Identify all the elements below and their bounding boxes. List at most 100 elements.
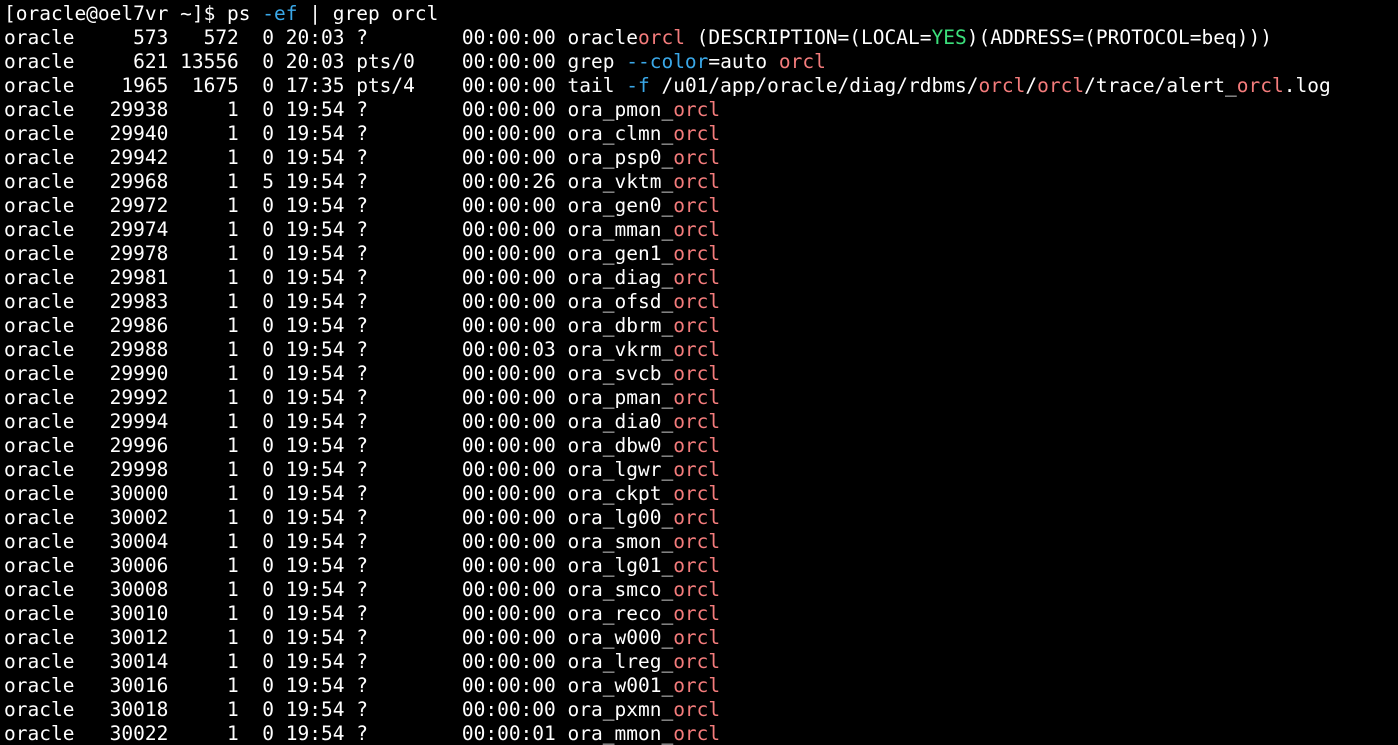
- match-highlight: orcl: [673, 194, 721, 217]
- process-row: oracle 29938 1 0 19:54 ? 00:00:00 ora_pm…: [4, 98, 1331, 122]
- process-row: oracle 29940 1 0 19:54 ? 00:00:00 ora_cl…: [4, 122, 1331, 146]
- process-row: oracle 29981 1 0 19:54 ? 00:00:00 ora_di…: [4, 266, 1331, 290]
- process-row: oracle 30000 1 0 19:54 ? 00:00:00 ora_ck…: [4, 482, 1331, 506]
- process-row: oracle 29978 1 0 19:54 ? 00:00:00 ora_ge…: [4, 242, 1331, 266]
- match-highlight: orcl: [673, 434, 721, 457]
- match-highlight: orcl: [673, 242, 721, 265]
- process-row: oracle 29998 1 0 19:54 ? 00:00:00 ora_lg…: [4, 458, 1331, 482]
- output-text: oracle 29986 1 0 19:54 ? 00:00:00 ora_db…: [4, 314, 674, 337]
- process-row: oracle 29988 1 0 19:54 ? 00:00:03 ora_vk…: [4, 338, 1331, 362]
- match-highlight: orcl: [673, 362, 721, 385]
- output-text: oracle 29994 1 0 19:54 ? 00:00:00 ora_di…: [4, 410, 674, 433]
- output-text: oracle 29992 1 0 19:54 ? 00:00:00 ora_pm…: [4, 386, 674, 409]
- output-text: oracle 573 572 0 20:03 ? 00:00:00 oracle: [4, 26, 638, 49]
- terminal-window[interactable]: [oracle@oel7vr ~]$ ps -ef | grep orcl ora…: [0, 0, 1398, 745]
- match-highlight: orcl: [673, 338, 721, 361]
- output-text: oracle 29940 1 0 19:54 ? 00:00:00 ora_cl…: [4, 122, 674, 145]
- output-text: oracle 30012 1 0 19:54 ? 00:00:00 ora_w0…: [4, 626, 674, 649]
- match-highlight: orcl: [673, 218, 721, 241]
- command-option: -f: [626, 74, 650, 97]
- output-text: oracle 30022 1 0 19:54 ? 00:00:01 ora_mm…: [4, 722, 674, 745]
- output-text: oracle 30000 1 0 19:54 ? 00:00:00 ora_ck…: [4, 482, 674, 505]
- output-text: oracle 30018 1 0 19:54 ? 00:00:00 ora_px…: [4, 698, 674, 721]
- match-highlight: orcl: [673, 602, 721, 625]
- output-text: =auto: [708, 50, 779, 73]
- output-text: oracle 30014 1 0 19:54 ? 00:00:00 ora_lr…: [4, 650, 674, 673]
- output-text: oracle 29996 1 0 19:54 ? 00:00:00 ora_db…: [4, 434, 674, 457]
- output-text: oracle 29998 1 0 19:54 ? 00:00:00 ora_lg…: [4, 458, 674, 481]
- output-text: oracle 29988 1 0 19:54 ? 00:00:03 ora_vk…: [4, 338, 674, 361]
- process-row: oracle 30008 1 0 19:54 ? 00:00:00 ora_sm…: [4, 578, 1331, 602]
- match-highlight: orcl: [673, 506, 721, 529]
- match-highlight: orcl: [673, 530, 721, 553]
- process-row: oracle 30014 1 0 19:54 ? 00:00:00 ora_lr…: [4, 650, 1331, 674]
- process-row: oracle 29942 1 0 19:54 ? 00:00:00 ora_ps…: [4, 146, 1331, 170]
- keyword-highlight: YES: [931, 26, 967, 49]
- process-row: oracle 29968 1 5 19:54 ? 00:00:26 ora_vk…: [4, 170, 1331, 194]
- match-highlight: orcl: [673, 122, 721, 145]
- terminal-output: [oracle@oel7vr ~]$ ps -ef | grep orcl ora…: [4, 2, 1331, 745]
- match-highlight: orcl: [673, 146, 721, 169]
- output-text: /trace/alert_: [1084, 74, 1237, 97]
- output-text: (DESCRIPTION=(LOCAL=: [684, 26, 932, 49]
- match-highlight: orcl: [673, 722, 721, 745]
- process-row: oracle 29974 1 0 19:54 ? 00:00:00 ora_mm…: [4, 218, 1331, 242]
- process-row: oracle 29986 1 0 19:54 ? 00:00:00 ora_db…: [4, 314, 1331, 338]
- output-text: oracle 29983 1 0 19:54 ? 00:00:00 ora_of…: [4, 290, 674, 313]
- process-row: oracle 30012 1 0 19:54 ? 00:00:00 ora_w0…: [4, 626, 1331, 650]
- process-row: oracle 573 572 0 20:03 ? 00:00:00 oracle…: [4, 26, 1331, 50]
- output-text: oracle 29990 1 0 19:54 ? 00:00:00 ora_sv…: [4, 362, 674, 385]
- output-text: )(ADDRESS=(PROTOCOL=beq))): [966, 26, 1272, 49]
- output-text: .log: [1283, 74, 1331, 97]
- output-text: oracle 30002 1 0 19:54 ? 00:00:00 ora_lg…: [4, 506, 674, 529]
- process-row: oracle 30018 1 0 19:54 ? 00:00:00 ora_px…: [4, 698, 1331, 722]
- output-text: /: [1025, 74, 1038, 97]
- match-highlight: orcl: [978, 74, 1026, 97]
- process-row: oracle 30010 1 0 19:54 ? 00:00:00 ora_re…: [4, 602, 1331, 626]
- output-text: oracle 30008 1 0 19:54 ? 00:00:00 ora_sm…: [4, 578, 674, 601]
- match-highlight: orcl: [1236, 74, 1284, 97]
- process-row: oracle 29992 1 0 19:54 ? 00:00:00 ora_pm…: [4, 386, 1331, 410]
- match-highlight: orcl: [1037, 74, 1085, 97]
- process-row: oracle 29994 1 0 19:54 ? 00:00:00 ora_di…: [4, 410, 1331, 434]
- process-row: oracle 30004 1 0 19:54 ? 00:00:00 ora_sm…: [4, 530, 1331, 554]
- output-text: | grep orcl: [297, 2, 439, 25]
- match-highlight: orcl: [673, 554, 721, 577]
- output-text: oracle 1965 1675 0 17:35 pts/4 00:00:00 …: [4, 74, 627, 97]
- output-text: oracle 29974 1 0 19:54 ? 00:00:00 ora_mm…: [4, 218, 674, 241]
- match-highlight: orcl: [673, 314, 721, 337]
- command-option: -ef: [262, 2, 298, 25]
- match-highlight: orcl: [673, 674, 721, 697]
- match-highlight: orcl: [673, 698, 721, 721]
- match-highlight: orcl: [673, 290, 721, 313]
- match-highlight: orcl: [673, 458, 721, 481]
- process-row: oracle 30016 1 0 19:54 ? 00:00:00 ora_w0…: [4, 674, 1331, 698]
- match-highlight: orcl: [673, 266, 721, 289]
- output-text: oracle 29981 1 0 19:54 ? 00:00:00 ora_di…: [4, 266, 674, 289]
- match-highlight: orcl: [673, 578, 721, 601]
- process-row: oracle 29996 1 0 19:54 ? 00:00:00 ora_db…: [4, 434, 1331, 458]
- output-text: oracle 30006 1 0 19:54 ? 00:00:00 ora_lg…: [4, 554, 674, 577]
- output-text: oracle 29942 1 0 19:54 ? 00:00:00 ora_ps…: [4, 146, 674, 169]
- process-row: oracle 29990 1 0 19:54 ? 00:00:00 ora_sv…: [4, 362, 1331, 386]
- match-highlight: orcl: [673, 482, 721, 505]
- output-text: oracle 29938 1 0 19:54 ? 00:00:00 ora_pm…: [4, 98, 674, 121]
- output-text: oracle 30004 1 0 19:54 ? 00:00:00 ora_sm…: [4, 530, 674, 553]
- match-highlight: orcl: [673, 650, 721, 673]
- process-row: oracle 621 13556 0 20:03 pts/0 00:00:00 …: [4, 50, 1331, 74]
- match-highlight: orcl: [637, 26, 685, 49]
- match-highlight: orcl: [673, 98, 721, 121]
- output-text: /u01/app/oracle/diag/rdbms/: [649, 74, 979, 97]
- output-text: oracle 621 13556 0 20:03 pts/0 00:00:00 …: [4, 50, 627, 73]
- process-row: oracle 30002 1 0 19:54 ? 00:00:00 ora_lg…: [4, 506, 1331, 530]
- match-highlight: orcl: [673, 410, 721, 433]
- output-text: [oracle@oel7vr ~]$ ps: [4, 2, 263, 25]
- output-text: oracle 29972 1 0 19:54 ? 00:00:00 ora_ge…: [4, 194, 674, 217]
- output-text: oracle 30010 1 0 19:54 ? 00:00:00 ora_re…: [4, 602, 674, 625]
- match-highlight: orcl: [673, 386, 721, 409]
- match-highlight: orcl: [673, 170, 721, 193]
- output-text: oracle 30016 1 0 19:54 ? 00:00:00 ora_w0…: [4, 674, 674, 697]
- command-option: --color: [626, 50, 709, 73]
- output-text: oracle 29978 1 0 19:54 ? 00:00:00 ora_ge…: [4, 242, 674, 265]
- match-highlight: orcl: [673, 626, 721, 649]
